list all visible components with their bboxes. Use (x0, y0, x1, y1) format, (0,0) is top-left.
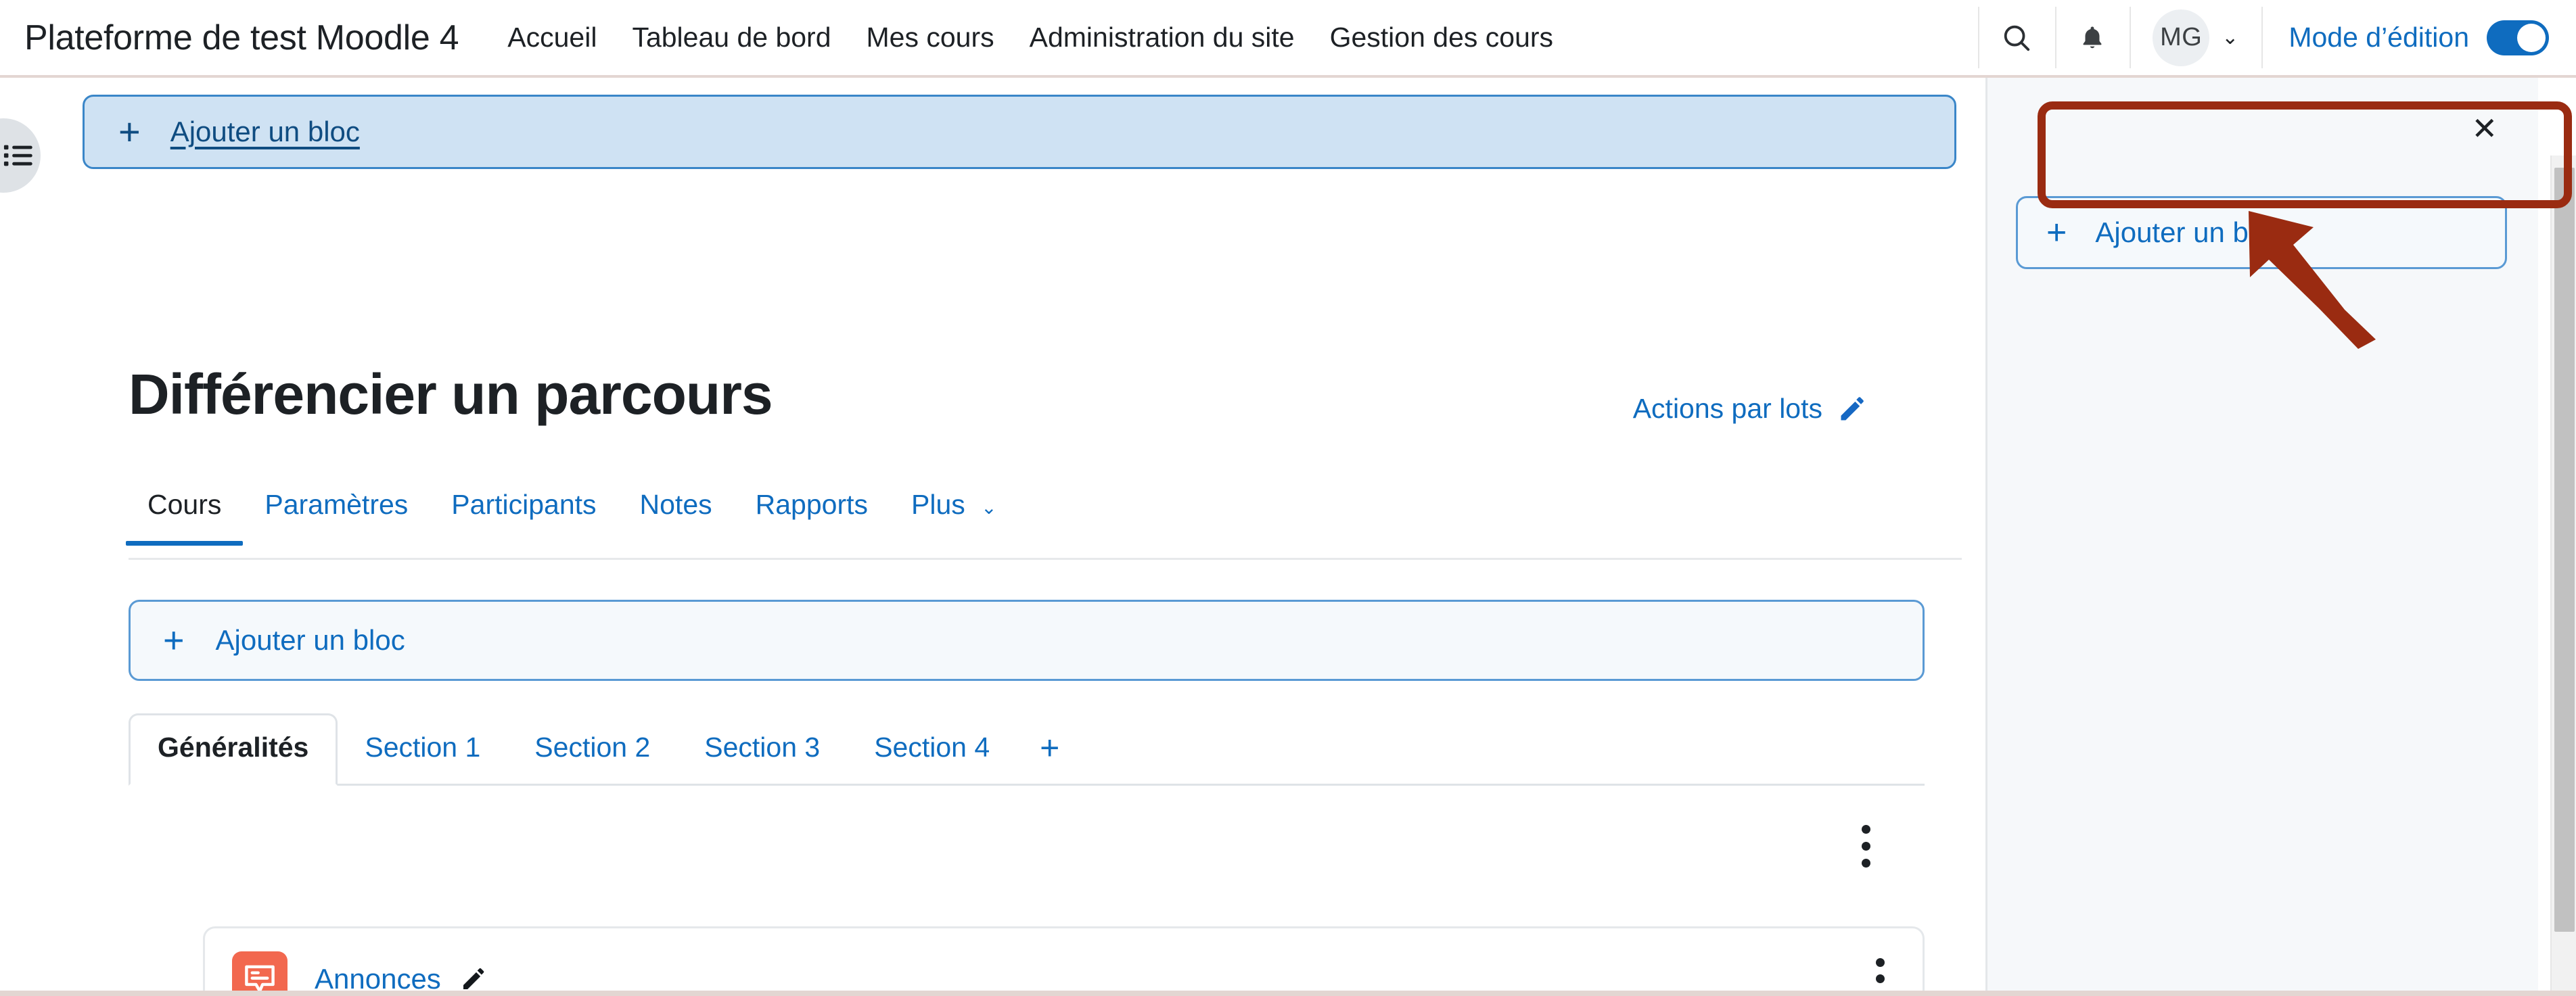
top-navbar: Plateforme de test Moodle 4 Accueil Tabl… (0, 0, 2576, 78)
divider (2130, 7, 2132, 68)
tab-participants-label: Participants (451, 489, 597, 520)
nav-item-gestion-des-cours[interactable]: Gestion des cours (1312, 22, 1571, 53)
edit-mode-control[interactable]: Mode d’édition (2261, 0, 2576, 76)
bottom-border (0, 991, 2576, 996)
chevron-down-icon: ⌄ (981, 497, 997, 518)
add-block-top-label: Ajouter un bloc (170, 116, 360, 147)
divider (1978, 7, 1980, 68)
section-tab-2[interactable]: Section 2 (507, 732, 677, 784)
add-block-mid-label: Ajouter un bloc (215, 624, 405, 656)
tab-parametres[interactable]: Paramètres (243, 483, 430, 544)
bulk-actions-button[interactable]: Actions par lots (1633, 393, 1867, 425)
navbar-right-actions: MG ⌄ Mode d’édition (1978, 0, 2576, 76)
section-tab-1[interactable]: Section 1 (338, 732, 507, 784)
section-tab-3-label: Section 3 (704, 732, 821, 763)
divider (2261, 7, 2263, 68)
section-tabs: Généralités Section 1 Section 2 Section … (129, 710, 1925, 786)
bell-icon (2083, 26, 2102, 48)
tab-parametres-label: Paramètres (264, 489, 409, 520)
plus-icon: + (2046, 213, 2067, 252)
page-scrollbar[interactable] (2550, 156, 2576, 996)
nav-item-accueil[interactable]: Accueil (490, 22, 614, 53)
add-block-top-button[interactable]: + Ajouter un bloc (83, 95, 1956, 169)
tab-participants[interactable]: Participants (430, 483, 618, 544)
nav-item-mes-cours[interactable]: Mes cours (849, 22, 1012, 53)
pencil-icon (1841, 396, 1864, 420)
section-tab-4-label: Section 4 (874, 732, 990, 763)
section-tab-3[interactable]: Section 3 (677, 732, 847, 784)
plus-icon: + (118, 110, 141, 153)
edit-mode-label: Mode d’édition (2288, 22, 2469, 53)
forum-icon (232, 951, 288, 996)
list-icon (3, 145, 32, 166)
toggle-knob (2517, 23, 2546, 52)
add-section-button[interactable]: + (1017, 731, 1082, 784)
course-nav-tabs: Cours Paramètres Participants Notes Rapp… (126, 483, 1962, 560)
plus-icon: + (163, 620, 185, 661)
tab-plus-label: Plus (911, 489, 965, 520)
tab-rapports-label: Rapports (755, 489, 868, 520)
edit-mode-toggle[interactable] (2487, 20, 2549, 55)
dot (1876, 974, 1885, 983)
dot (1862, 859, 1870, 868)
section-tab-4[interactable]: Section 4 (847, 732, 1017, 784)
dot (1862, 842, 1870, 851)
tab-rapports[interactable]: Rapports (734, 483, 890, 544)
main-content: + Ajouter un bloc Différencier un parcou… (0, 78, 1985, 996)
divider (2055, 7, 2057, 68)
scrollbar-thumb[interactable] (2554, 168, 2575, 932)
tab-cours[interactable]: Cours (126, 483, 244, 546)
main-inner: + Ajouter un bloc Différencier un parcou… (0, 78, 1985, 996)
section-tab-generalites[interactable]: Généralités (129, 713, 338, 786)
bulk-actions-label: Actions par lots (1632, 393, 1822, 424)
page-body: + Ajouter un bloc Différencier un parcou… (0, 78, 2576, 996)
section-tab-1-label: Section 1 (365, 732, 481, 763)
primary-nav: Accueil Tableau de bord Mes cours Admini… (490, 22, 1571, 53)
nav-item-administration-du-site[interactable]: Administration du site (1012, 22, 1312, 53)
avatar: MG (2153, 9, 2210, 66)
drawer-add-block-label: Ajouter un bloc (2095, 216, 2285, 248)
page-title: Différencier un parcours (129, 362, 773, 426)
user-menu-button[interactable]: MG ⌄ (2130, 0, 2261, 76)
search-icon (2004, 25, 2030, 51)
dot (1862, 825, 1870, 834)
tab-plus[interactable]: Plus ⌄ (890, 483, 1019, 544)
tab-notes[interactable]: Notes (618, 483, 734, 544)
tab-notes-label: Notes (639, 489, 712, 520)
section-tab-2-label: Section 2 (534, 732, 651, 763)
section-kebab-menu[interactable] (1862, 825, 1870, 868)
close-icon[interactable]: ✕ (2471, 113, 2498, 144)
chevron-down-icon: ⌄ (2222, 26, 2239, 49)
moodle-course-page: Plateforme de test Moodle 4 Accueil Tabl… (0, 0, 2576, 996)
site-brand[interactable]: Plateforme de test Moodle 4 (24, 18, 459, 58)
dot (1876, 958, 1885, 967)
notifications-button[interactable] (2055, 0, 2130, 76)
activity-card-annonces: Annonces (203, 926, 1925, 996)
nav-item-tableau-de-bord[interactable]: Tableau de bord (614, 22, 848, 53)
add-block-mid-button[interactable]: + Ajouter un bloc (129, 600, 1925, 681)
pencil-icon[interactable] (460, 966, 487, 993)
drawer-add-block-button[interactable]: + Ajouter un bloc (2016, 196, 2507, 269)
search-button[interactable] (1978, 0, 2055, 76)
tab-cours-label: Cours (147, 489, 222, 520)
section-tab-generalites-label: Généralités (158, 732, 309, 763)
block-drawer: ✕ + Ajouter un bloc (1985, 78, 2538, 996)
